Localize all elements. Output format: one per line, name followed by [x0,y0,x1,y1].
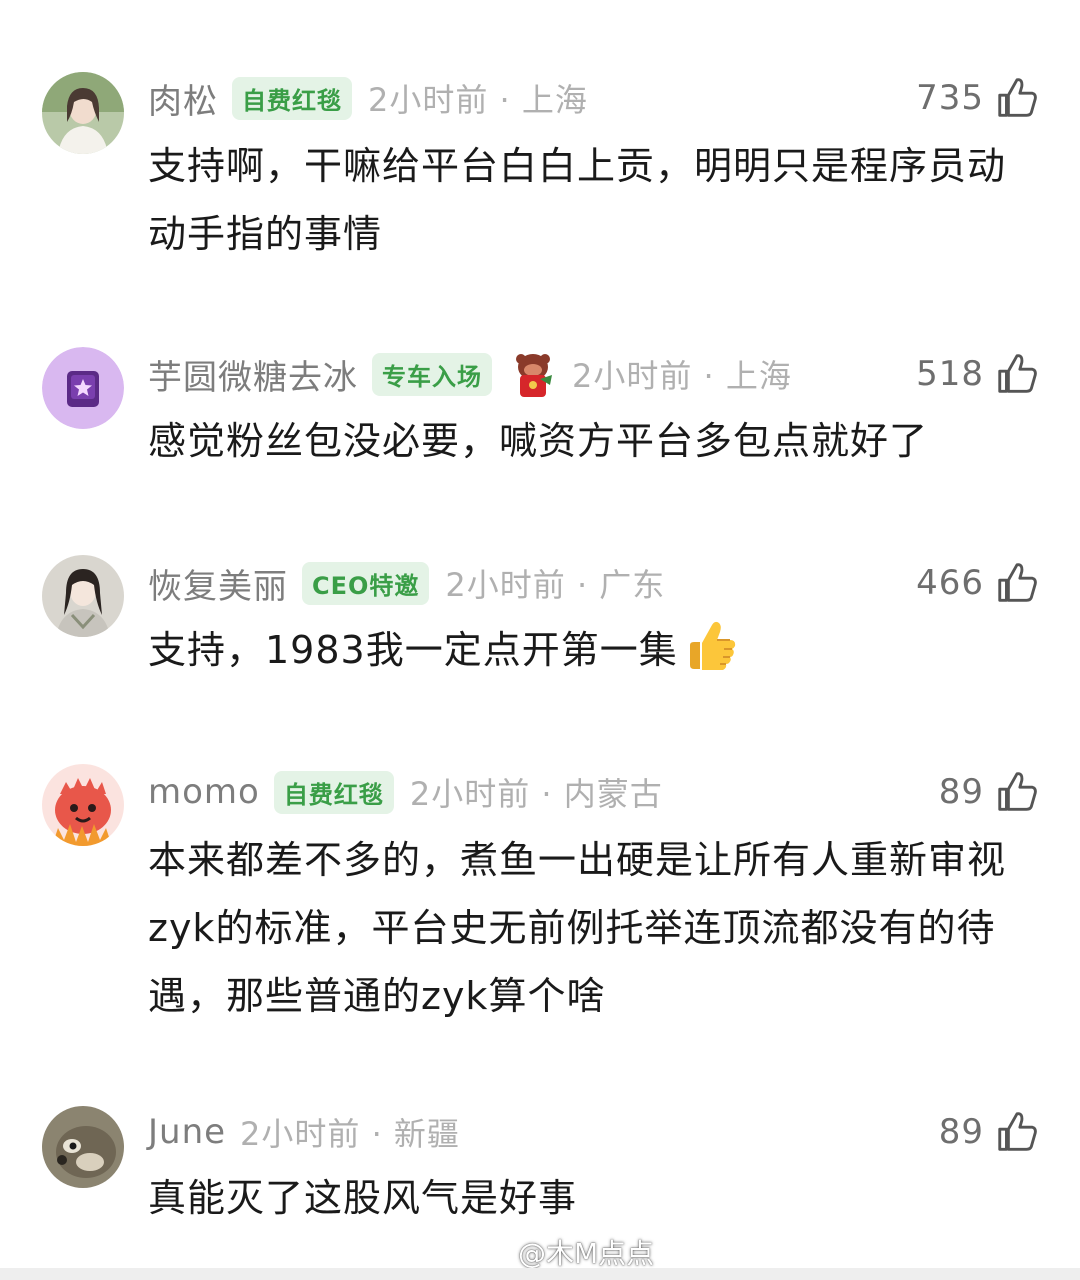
red-envelope-sticker-icon [508,349,558,399]
comment-text: 真能灭了这股风气是好事 [148,1176,578,1220]
time-location: 2小时前 · 上海 [368,81,588,119]
like-button[interactable]: 735 [916,70,1040,126]
avatar[interactable] [42,1106,124,1188]
time-location: 2小时前 · 上海 [572,357,792,395]
avatar[interactable] [42,764,124,846]
comment-text-body: 支持，1983我一定点开第一集 [148,628,678,672]
watermark-text: @木M点点 [518,1237,655,1270]
comment-text: 支持啊，干嘛给平台白白上贡，明明只是程序员动动手指的事情 [148,144,1007,256]
time-location: 2小时前 · 内蒙古 [409,775,663,813]
username[interactable]: momo [148,772,260,812]
comment-text: 支持，1983我一定点开第一集 [148,616,1038,684]
username[interactable]: 肉松 [148,74,218,123]
time-location: 2小时前 · 新疆 [240,1115,460,1153]
username[interactable]: June [148,1112,226,1152]
user-badge: 自费红毯 [273,770,394,814]
like-button[interactable]: 89 [939,764,1040,820]
avatar[interactable] [42,347,124,429]
like-button[interactable]: 89 [939,1104,1040,1160]
like-count: 466 [916,563,984,603]
thumbs-up-icon[interactable] [994,560,1040,606]
like-count: 89 [938,1112,984,1152]
like-count: 735 [916,78,984,118]
comment-text: 感觉粉丝包没必要，喊资方平台多包点就好了 [148,419,929,463]
avatar[interactable] [42,555,124,637]
like-count: 518 [916,354,984,394]
weibo-logo-icon [468,1234,512,1270]
comment-list: 肉松 自费红毯 2小时前 · 上海 735 支持啊，干嘛给平台白白上贡，明明只是… [0,0,1080,1280]
like-count: 89 [938,772,984,812]
comment-text: 本来都差不多的，煮鱼一出硬是让所有人重新审视zyk的标准，平台史无前例托举连顶流… [148,838,1007,1018]
username[interactable]: 芋圆微糖去冰 [148,350,358,399]
thumbs-up-icon[interactable] [994,75,1040,121]
avatar[interactable] [42,72,124,154]
like-button[interactable]: 466 [916,555,1040,611]
thumbs-up-icon[interactable] [994,769,1040,815]
bottom-bar [0,1268,1080,1280]
thumbs-up-emoji-icon [682,617,740,675]
time-location: 2小时前 · 广东 [445,566,666,604]
username[interactable]: 恢复美丽 [148,559,288,608]
like-button[interactable]: 518 [916,346,1040,402]
thumbs-up-icon[interactable] [994,1109,1040,1155]
thumbs-up-icon[interactable] [994,351,1040,397]
user-badge: 专车入场 [372,352,492,396]
user-badge: 自费红毯 [232,76,352,120]
user-badge: CEO特邀 [302,561,430,605]
